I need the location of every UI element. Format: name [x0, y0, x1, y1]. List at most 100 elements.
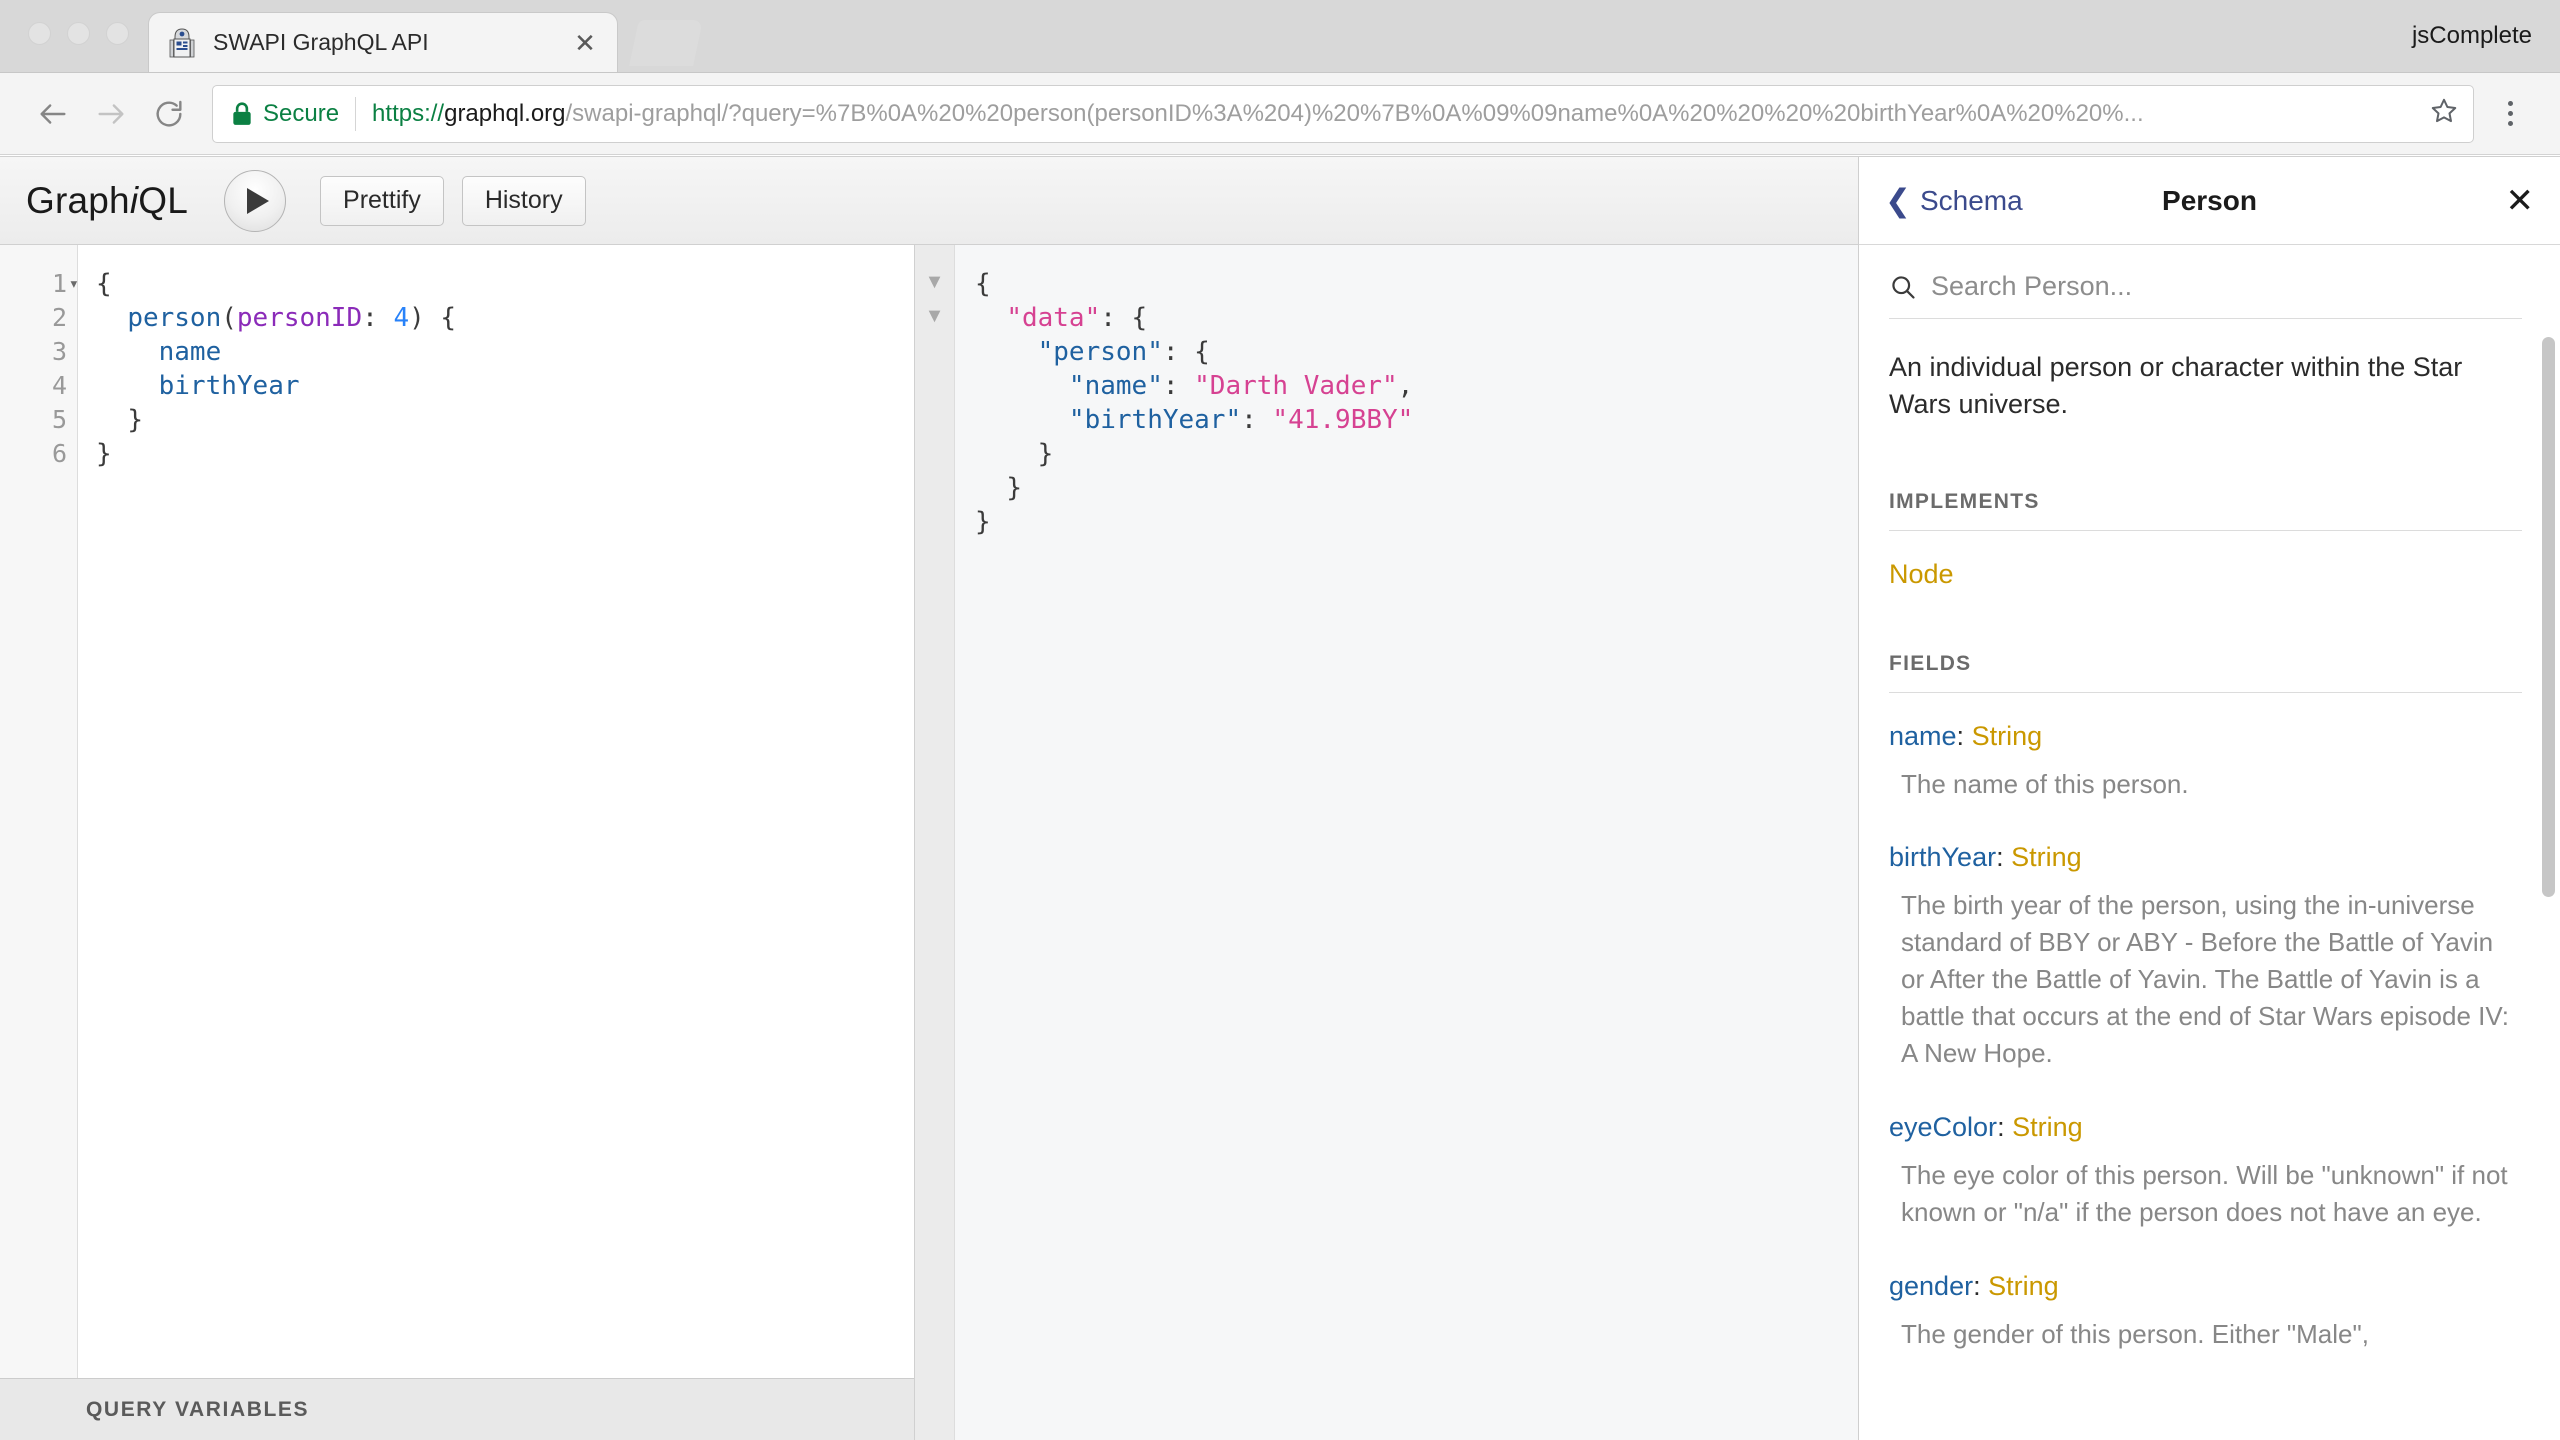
r2d2-favicon	[167, 27, 197, 59]
res-colon-1: : {	[1100, 303, 1148, 333]
kebab-dot	[2507, 111, 2513, 116]
docs-field-type[interactable]: String	[2011, 842, 2082, 872]
result-value-birthyear: "41.9BBY"	[1272, 405, 1414, 435]
docs-field-name[interactable]: name	[1889, 721, 1957, 751]
result-pane: ▼ ▼ { "data": { "person": { "name": "Dar…	[915, 245, 1858, 1440]
docs-implements-heading: IMPLEMENTS	[1889, 489, 2040, 513]
query-field-birthyear: birthYear	[158, 371, 300, 401]
docs-implements-node-link[interactable]: Node	[1889, 559, 2522, 590]
docs-field-entry: name: String The name of this person.	[1889, 721, 2522, 803]
close-docs-icon[interactable]: ✕	[2506, 184, 2535, 218]
docs-field-colon: :	[1956, 720, 1972, 751]
docs-content: An individual person or character within…	[1859, 245, 2560, 1353]
query-line-gutter: 1 ▾ 2 3 4 5 6	[0, 245, 79, 1378]
query-code[interactable]: { person(personID: 4) { name birthYear }…	[78, 245, 914, 1378]
query-variables-toggle[interactable]: QUERY VARIABLES	[0, 1378, 914, 1440]
minimize-window-button[interactable]	[67, 22, 90, 45]
tab-title: SWAPI GraphQL API	[213, 29, 429, 55]
address-bar[interactable]: Secure https://graphql.org/swapi-graphql…	[212, 84, 2474, 143]
execute-query-button[interactable]	[224, 169, 287, 232]
secure-label: Secure	[263, 99, 340, 127]
query-field-name: name	[158, 337, 222, 367]
docs-field-description: The name of this person.	[1901, 768, 2189, 799]
prettify-button[interactable]: Prettify	[320, 175, 444, 226]
browser-window: SWAPI GraphQL API ✕ jsComplete Secure ht…	[0, 0, 2560, 1440]
graphiql-toolbar: GraphiQL Prettify History	[0, 157, 1858, 245]
chrome-menu-button[interactable]	[2484, 85, 2536, 143]
docs-back-to-schema-link[interactable]: ❮ Schema	[1885, 185, 2023, 217]
docs-field-type[interactable]: String	[2012, 1112, 2083, 1142]
res-colon-2: : {	[1162, 337, 1210, 367]
fold-arrow-icon[interactable]: ▾	[69, 267, 79, 301]
chevron-left-icon: ❮	[1885, 183, 1911, 218]
back-button[interactable]	[24, 85, 82, 143]
lock-icon	[231, 101, 253, 127]
docs-field-name[interactable]: gender	[1889, 1271, 1973, 1301]
new-tab-button[interactable]	[629, 20, 703, 66]
paren-close: )	[409, 303, 425, 333]
section-divider	[1889, 691, 2522, 693]
docs-scrollbar-thumb[interactable]	[2542, 337, 2555, 897]
result-key-name: "name"	[1068, 371, 1163, 401]
bookmark-star-icon[interactable]	[2429, 96, 2459, 131]
forward-button[interactable]	[82, 85, 140, 143]
docs-field-signature: name: String	[1889, 721, 2522, 752]
result-key-birthyear: "birthYear"	[1068, 405, 1242, 435]
query-argument-value: 4	[393, 303, 410, 333]
docs-field-type[interactable]: String	[1988, 1271, 2059, 1301]
query-editor-pane: 1 ▾ 2 3 4 5 6 { person(personID: 4) { nam…	[0, 245, 915, 1440]
paren-open: (	[221, 303, 237, 333]
fold-arrow-icon[interactable]: ▼	[915, 267, 954, 301]
docs-field-name[interactable]: eyeColor	[1889, 1112, 1997, 1142]
res-comma: ,	[1397, 371, 1414, 401]
reload-button[interactable]	[140, 85, 198, 143]
docs-search-input[interactable]	[1931, 271, 2522, 302]
docs-search-row[interactable]	[1889, 271, 2522, 319]
maximize-window-button[interactable]	[106, 22, 129, 45]
docs-field-signature: gender: String	[1889, 1271, 2522, 1302]
close-window-button[interactable]	[28, 22, 51, 45]
result-value-name: "Darth Vader"	[1194, 371, 1398, 401]
docs-field-signature: birthYear: String	[1889, 842, 2522, 873]
graphiql-main: GraphiQL Prettify History 1 ▾ 2 3 4 5 6 …	[0, 157, 1858, 1440]
tab-strip: SWAPI GraphQL API ✕ jsComplete	[0, 0, 2560, 73]
query-operation-name: person	[127, 303, 222, 333]
line-number: 5	[51, 405, 67, 434]
url-text: https://graphql.org/swapi-graphql/?query…	[372, 100, 2415, 128]
docs-field-description: The gender of this person. Either "Male"…	[1901, 1318, 2369, 1349]
colon: :	[362, 303, 394, 333]
profile-name[interactable]: jsComplete	[2412, 22, 2532, 50]
res-brace-open: {	[975, 269, 991, 299]
graphiql-logo: GraphiQL	[26, 180, 188, 222]
docs-field-entry: birthYear: String The birth year of the …	[1889, 842, 2522, 1072]
close-tab-button[interactable]: ✕	[571, 30, 599, 56]
docs-back-label: Schema	[1919, 184, 2023, 216]
play-icon	[247, 187, 270, 214]
browser-tab[interactable]: SWAPI GraphQL API ✕	[148, 12, 618, 72]
docs-body: An individual person or character within…	[1859, 245, 2560, 1440]
query-codemirror[interactable]: 1 ▾ 2 3 4 5 6 { person(personID: 4) { nam…	[0, 245, 914, 1378]
url-path: /swapi-graphql/?query=%7B%0A%20%20person…	[565, 99, 2144, 127]
docs-type-description: An individual person or character within…	[1889, 352, 2463, 420]
docs-field-signature: eyeColor: String	[1889, 1112, 2522, 1143]
res-brace-close-2: }	[1006, 473, 1022, 503]
docs-field-name[interactable]: birthYear	[1889, 842, 1996, 872]
docs-panel: ❮ Schema Person ✕ Search Person... An in…	[1858, 157, 2560, 1440]
logo-part-i: i	[129, 179, 139, 221]
result-fold-gutter: ▼ ▼	[915, 245, 955, 1440]
line-number: 3	[51, 337, 67, 366]
window-controls[interactable]	[28, 22, 129, 45]
res-brace-close-3: }	[975, 507, 991, 537]
kebab-dot	[2507, 101, 2513, 106]
brace-open-2: {	[424, 303, 457, 333]
history-button[interactable]: History	[461, 175, 586, 226]
docs-field-colon: :	[1996, 842, 2012, 873]
url-protocol: https://	[372, 99, 445, 127]
logo-part-2: QL	[138, 179, 189, 221]
docs-field-type[interactable]: String	[1972, 721, 2043, 751]
res-brace-close-1: }	[1037, 439, 1054, 469]
url-host: graphql.org	[444, 99, 566, 127]
docs-field-colon: :	[1973, 1270, 1989, 1301]
fold-arrow-icon[interactable]: ▼	[915, 301, 954, 335]
docs-header: ❮ Schema Person ✕	[1859, 157, 2560, 245]
